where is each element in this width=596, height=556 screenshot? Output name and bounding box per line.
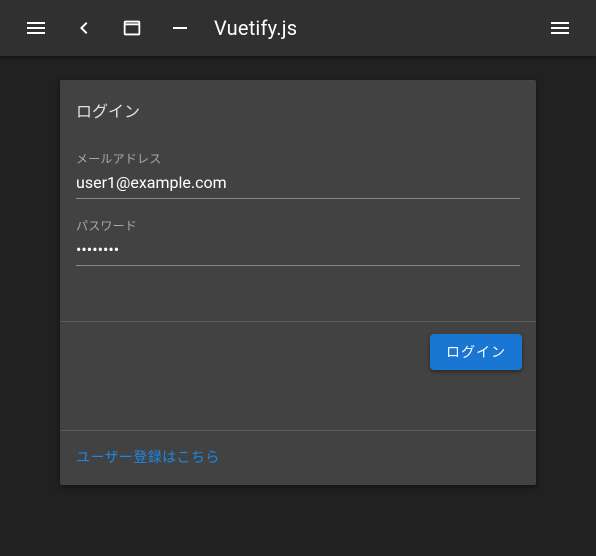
login-button[interactable]: ログイン	[430, 334, 522, 370]
email-field-wrapper: メールアドレス	[76, 150, 520, 199]
back-icon[interactable]	[60, 4, 108, 52]
register-link[interactable]: ユーザー登録はこちら	[76, 450, 220, 466]
card-body: メールアドレス パスワード	[60, 128, 536, 321]
window-icon[interactable]	[108, 4, 156, 52]
app-bar: Vuetify.js	[0, 0, 596, 56]
password-field[interactable]	[76, 236, 520, 266]
password-field-wrapper: パスワード	[76, 217, 520, 266]
app-title: Vuetify.js	[214, 16, 297, 40]
card-footer: ユーザー登録はこちら	[60, 430, 536, 485]
card-title: ログイン	[60, 80, 536, 128]
email-field[interactable]	[76, 169, 520, 199]
main-content: ログイン メールアドレス パスワード ログイン ユーザー登録はこちら	[0, 56, 596, 485]
login-card: ログイン メールアドレス パスワード ログイン ユーザー登録はこちら	[60, 80, 536, 485]
card-actions: ログイン	[60, 321, 536, 430]
menu-icon[interactable]	[12, 4, 60, 52]
minus-icon[interactable]	[156, 4, 204, 52]
email-label: メールアドレス	[76, 150, 520, 167]
menu-right-icon[interactable]	[536, 4, 584, 52]
password-label: パスワード	[76, 217, 520, 234]
